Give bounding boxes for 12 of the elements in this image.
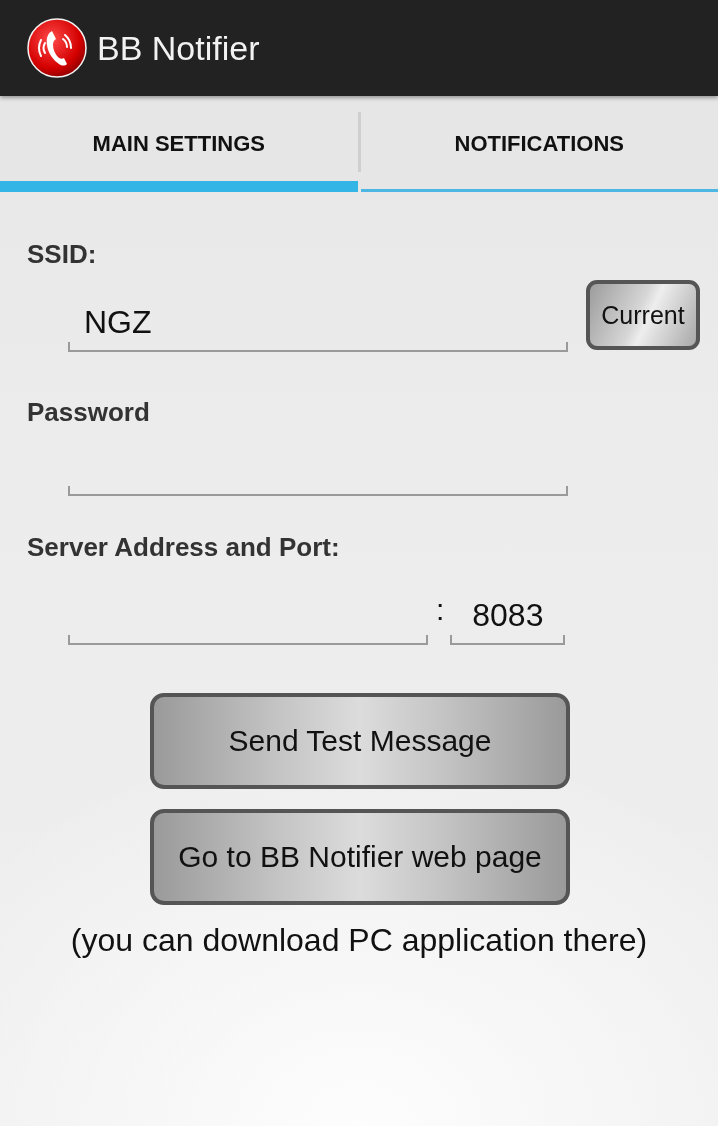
tab[interactable]: MAIN SETTINGS	[0, 96, 358, 192]
field-label: Password	[27, 396, 150, 428]
field-label: Server Address and Port:	[27, 531, 340, 563]
action-button[interactable]: Go to BB Notifier web page	[150, 809, 570, 905]
current-button[interactable]: Current	[586, 280, 700, 350]
tab[interactable]: NOTIFICATIONS	[360, 96, 718, 192]
app-title: BB Notifier	[97, 28, 260, 68]
note-text: (you can download PC application there)	[69, 921, 649, 959]
phone-ringing-icon	[27, 18, 87, 78]
action-button[interactable]: Send Test Message	[150, 693, 570, 789]
field-label: SSID:	[27, 238, 97, 270]
port-separator: :	[436, 593, 445, 627]
